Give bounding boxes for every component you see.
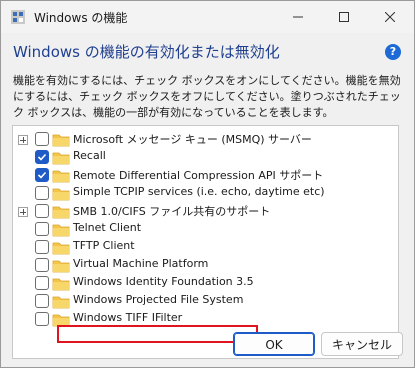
feature-row[interactable]: Microsoft メッセージ キュー (MSMQ) サーバー <box>13 130 388 148</box>
feature-label: Microsoft メッセージ キュー (MSMQ) サーバー <box>73 133 312 146</box>
maximize-button[interactable] <box>321 1 367 33</box>
feature-label: Windows Projected File System <box>73 293 244 306</box>
feature-row[interactable]: Windows Identity Foundation 3.5 <box>13 274 388 292</box>
feature-label: Windows Identity Foundation 3.5 <box>73 275 254 288</box>
feature-checkbox[interactable] <box>35 186 49 200</box>
feature-label: Recall <box>73 149 106 162</box>
minimize-icon <box>293 16 303 18</box>
feature-row[interactable]: Windows TIFF IFilter <box>13 310 388 328</box>
feature-checkbox[interactable] <box>35 168 49 182</box>
help-icon[interactable]: ? <box>385 44 401 60</box>
title-bar[interactable]: Windows の機能 <box>1 1 414 33</box>
folder-icon <box>52 312 70 327</box>
feature-label: SMB 1.0/CIFS ファイル共有のサポート <box>73 205 271 218</box>
folder-icon <box>52 150 70 165</box>
feature-label: Remote Differential Compression API サポート <box>73 169 324 182</box>
minimize-button[interactable] <box>275 1 321 33</box>
features-tree[interactable]: Microsoft メッセージ キュー (MSMQ) サーバー Recall Rem… <box>12 125 399 359</box>
close-button[interactable] <box>367 1 413 33</box>
feature-checkbox[interactable] <box>35 204 49 218</box>
feature-row[interactable]: Simple TCPIP services (i.e. echo, daytim… <box>13 184 388 202</box>
feature-label: Virtual Machine Platform <box>73 257 209 270</box>
feature-row[interactable]: Remote Differential Compression API サポート <box>13 166 388 184</box>
feature-checkbox[interactable] <box>35 240 49 254</box>
feature-row[interactable]: Telnet Client <box>13 220 388 238</box>
feature-row[interactable]: Virtual Machine Platform <box>13 256 388 274</box>
feature-checkbox[interactable] <box>35 258 49 272</box>
feature-checkbox[interactable] <box>35 294 49 308</box>
maximize-icon <box>339 12 349 22</box>
feature-checkbox[interactable] <box>35 132 49 146</box>
feature-row[interactable]: TFTP Client <box>13 238 388 256</box>
folder-icon <box>52 294 70 309</box>
cancel-button[interactable]: キャンセル <box>321 332 403 356</box>
folder-icon <box>52 186 70 201</box>
folder-icon <box>52 258 70 273</box>
description-text: 機能を有効にするには、チェック ボックスをオンにしてください。機能を無効にするに… <box>13 74 401 119</box>
feature-checkbox[interactable] <box>35 222 49 236</box>
feature-row[interactable]: Windows Projected File System <box>13 292 388 310</box>
feature-checkbox[interactable] <box>35 276 49 290</box>
feature-label: Telnet Client <box>73 221 142 234</box>
page-title: Windows の機能の有効化または無効化 <box>13 43 280 61</box>
folder-icon <box>52 222 70 237</box>
feature-checkbox[interactable] <box>35 150 49 164</box>
window-title: Windows の機能 <box>34 11 128 25</box>
feature-row[interactable]: Recall <box>13 148 388 166</box>
expand-icon[interactable] <box>18 135 28 145</box>
folder-icon <box>52 132 70 147</box>
feature-label: Windows TIFF IFilter <box>73 311 183 324</box>
windows-features-dialog: Windows の機能 Windows の機能の有効化または無効化 ? 機能を有… <box>0 0 415 368</box>
expand-icon[interactable] <box>18 207 28 217</box>
folder-icon <box>52 240 70 255</box>
folder-icon <box>52 204 70 219</box>
feature-row[interactable]: SMB 1.0/CIFS ファイル共有のサポート <box>13 202 388 220</box>
ok-button[interactable]: OK <box>233 332 315 356</box>
checkmark-icon <box>37 171 47 179</box>
checkmark-icon <box>37 153 47 161</box>
close-icon <box>385 12 395 22</box>
dialog-content: Windows の機能の有効化または無効化 ? 機能を有効にするには、チェック … <box>1 33 414 367</box>
windows-features-app-icon <box>11 10 25 24</box>
feature-label: TFTP Client <box>73 239 135 252</box>
folder-icon <box>52 168 70 183</box>
folder-icon <box>52 276 70 291</box>
feature-checkbox[interactable] <box>35 312 49 326</box>
feature-label: Simple TCPIP services (i.e. echo, daytim… <box>73 185 325 198</box>
